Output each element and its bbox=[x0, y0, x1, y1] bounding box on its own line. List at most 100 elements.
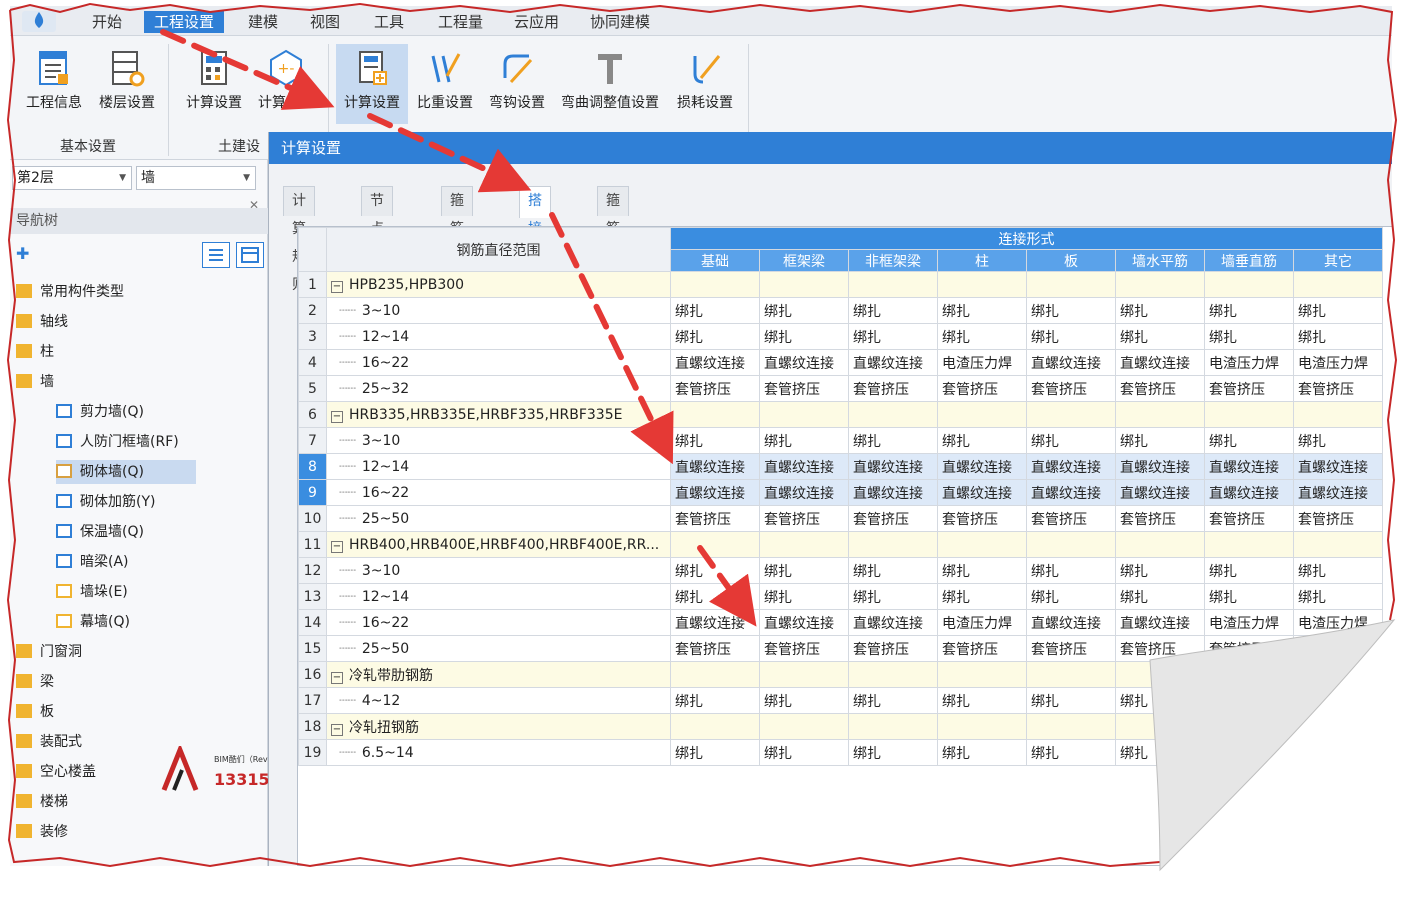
row-number[interactable]: 5 bbox=[298, 375, 327, 402]
connection-cell[interactable] bbox=[1204, 531, 1294, 558]
connection-cell[interactable]: 绑扎 bbox=[759, 297, 849, 324]
connection-cell[interactable] bbox=[1026, 531, 1116, 558]
menu-item[interactable]: 云应用 bbox=[504, 11, 569, 33]
floor-settings-button[interactable]: 楼层设置 bbox=[90, 44, 164, 124]
connection-cell[interactable] bbox=[1293, 661, 1383, 688]
connection-cell[interactable]: 绑扎 bbox=[848, 583, 938, 610]
connection-cell[interactable]: 绑扎 bbox=[1204, 583, 1294, 610]
connection-cell[interactable] bbox=[848, 661, 938, 688]
tree-item[interactable]: 保温墙(Q) bbox=[56, 520, 196, 544]
column-header[interactable]: 非框架梁 bbox=[848, 249, 938, 272]
row-number[interactable]: 9 bbox=[298, 479, 327, 506]
row-number[interactable]: 7 bbox=[298, 427, 327, 454]
connection-cell[interactable]: 套管挤压 bbox=[759, 375, 849, 402]
connection-cell[interactable]: 绑扎 bbox=[670, 687, 760, 714]
connection-cell[interactable]: 直螺纹连接 bbox=[1026, 349, 1116, 376]
connection-cell[interactable]: 直螺纹连接 bbox=[759, 609, 849, 636]
connection-cell[interactable]: 绑扎 bbox=[759, 583, 849, 610]
collapse-icon[interactable]: − bbox=[331, 540, 343, 553]
connection-cell[interactable] bbox=[1204, 271, 1294, 298]
tree-item[interactable]: 装修 bbox=[16, 820, 68, 844]
column-header[interactable]: 板 bbox=[1026, 249, 1116, 272]
connection-cell[interactable]: 直螺纹连接 bbox=[670, 479, 760, 506]
connection-cell[interactable] bbox=[670, 531, 760, 558]
connection-cell[interactable]: 绑扎 bbox=[1204, 427, 1294, 454]
column-header[interactable]: 其它 bbox=[1293, 249, 1383, 272]
table-row[interactable]: 14 ┄┄ 16~22 直螺纹连接 直螺纹连接 直螺纹连接 电渣压力焊 直螺纹连接 直螺纹连接电… bbox=[298, 609, 1383, 636]
table-row[interactable]: 5 ┄┄ 25~32 套管挤压 套管挤压 套管挤压 套管挤压 套管挤压 套管挤压 套管挤压 套管挤压 bbox=[298, 375, 1383, 402]
connection-cell[interactable]: 直螺纹连接 bbox=[848, 609, 938, 636]
connection-cell[interactable] bbox=[1115, 401, 1205, 428]
connection-cell[interactable]: 直螺纹连接 bbox=[848, 479, 938, 506]
tree-item[interactable]: 砌体加筋(Y) bbox=[56, 490, 196, 514]
connection-cell[interactable] bbox=[937, 531, 1027, 558]
connection-cell[interactable]: 绑扎 bbox=[670, 297, 760, 324]
connection-cell[interactable]: 直螺纹连接 bbox=[1204, 453, 1294, 480]
calc-rules-button[interactable]: +- 计算规则 bbox=[250, 44, 322, 124]
tab[interactable]: 箍筋公式 bbox=[597, 186, 629, 293]
connection-cell[interactable]: 绑扎 bbox=[848, 323, 938, 350]
connection-cell[interactable] bbox=[1115, 531, 1205, 558]
connection-cell[interactable]: 套管挤压 bbox=[937, 505, 1027, 532]
connection-cell[interactable]: 直螺纹连接 bbox=[670, 453, 760, 480]
tree-item[interactable]: 常用构件类型 bbox=[16, 280, 124, 304]
connection-cell[interactable]: 绑扎 bbox=[937, 297, 1027, 324]
connection-cell[interactable]: 绑扎 bbox=[937, 687, 1027, 714]
connection-cell[interactable]: 绑扎 bbox=[848, 297, 938, 324]
connection-cell[interactable] bbox=[1204, 687, 1294, 714]
connection-cell[interactable]: 直螺纹连接 bbox=[759, 479, 849, 506]
connection-cell[interactable]: 电渣压力焊 bbox=[937, 609, 1027, 636]
connection-cell[interactable]: 绑扎 bbox=[670, 583, 760, 610]
list-view-icon[interactable] bbox=[202, 242, 230, 268]
connection-cell[interactable]: 绑扎 bbox=[848, 687, 938, 714]
row-number[interactable]: 14 bbox=[298, 609, 327, 636]
connection-cell[interactable]: 绑扎 bbox=[670, 323, 760, 350]
row-number[interactable]: 15 bbox=[298, 635, 327, 662]
connection-cell[interactable]: 绑扎 bbox=[1293, 583, 1383, 610]
connection-cell[interactable]: 直螺纹连接 bbox=[1293, 479, 1383, 506]
connection-cell[interactable]: 直螺纹连接 bbox=[848, 349, 938, 376]
tree-item[interactable]: 梁 bbox=[16, 670, 54, 694]
connection-cell[interactable] bbox=[848, 401, 938, 428]
table-row[interactable]: 17 ┄┄ 4~12 绑扎 绑扎 绑扎 绑扎 绑扎 绑扎 bbox=[298, 687, 1383, 714]
connection-cell[interactable]: 电渣压力焊 bbox=[1293, 609, 1383, 636]
table-row[interactable]: 1− HPB235,HPB300 bbox=[298, 271, 1383, 298]
connection-cell[interactable]: 套管挤压 bbox=[1026, 635, 1116, 662]
tab[interactable]: 搭接设置 bbox=[519, 186, 551, 293]
table-row[interactable]: 19 ┄┄ 6.5~14 绑扎 绑扎 绑扎 绑扎 绑扎 绑扎 bbox=[298, 739, 1383, 766]
collapse-icon[interactable]: − bbox=[331, 410, 343, 423]
column-header[interactable]: 柱 bbox=[937, 249, 1027, 272]
connection-cell[interactable]: 套管挤压 bbox=[1026, 375, 1116, 402]
connection-cell[interactable] bbox=[848, 531, 938, 558]
connection-cell[interactable] bbox=[937, 661, 1027, 688]
connection-cell[interactable]: 套管挤压 bbox=[848, 635, 938, 662]
connection-cell[interactable]: 套管挤压 bbox=[1026, 505, 1116, 532]
connection-cell[interactable] bbox=[1293, 271, 1383, 298]
table-row[interactable]: 6− HRB335,HRB335E,HRBF335,HRBF335E bbox=[298, 401, 1383, 428]
table-row[interactable]: 13 ┄┄ 12~14 绑扎 绑扎 绑扎 绑扎 绑扎 绑扎 绑扎 绑扎 bbox=[298, 583, 1383, 610]
connection-cell[interactable]: 绑扎 bbox=[1115, 427, 1205, 454]
connection-cell[interactable] bbox=[1204, 713, 1294, 740]
connection-cell[interactable] bbox=[1293, 739, 1383, 766]
connection-cell[interactable]: 直螺纹连接 bbox=[670, 609, 760, 636]
table-row[interactable]: 18− 冷轧扭钢筋 bbox=[298, 713, 1383, 740]
tab[interactable]: 节点设置 bbox=[361, 186, 393, 293]
connection-cell[interactable]: 绑扎 bbox=[759, 739, 849, 766]
connection-cell[interactable] bbox=[670, 713, 760, 740]
table-row[interactable]: 11− HRB400,HRB400E,HRBF400,HRBF400E,RR... bbox=[298, 531, 1383, 558]
tree-item[interactable]: 门窗洞 bbox=[16, 640, 82, 664]
tree-item[interactable]: 轴线 bbox=[16, 310, 68, 334]
connection-cell[interactable]: 绑扎 bbox=[1026, 557, 1116, 584]
connection-cell[interactable]: 套管挤压 bbox=[937, 635, 1027, 662]
connection-cell[interactable] bbox=[1293, 713, 1383, 740]
connection-cell[interactable]: 绑扎 bbox=[848, 739, 938, 766]
connection-cell[interactable]: 直螺纹连接 bbox=[1026, 609, 1116, 636]
tab[interactable]: 计算规则 bbox=[283, 186, 315, 293]
table-row[interactable]: 16− 冷轧带肋钢筋 bbox=[298, 661, 1383, 688]
connection-cell[interactable]: 套管挤压 bbox=[1115, 635, 1205, 662]
connection-cell[interactable] bbox=[670, 401, 760, 428]
tree-item[interactable]: 暗梁(A) bbox=[56, 550, 196, 574]
connection-cell[interactable]: 套管挤压 bbox=[1204, 635, 1294, 662]
row-number[interactable]: 17 bbox=[298, 687, 327, 714]
connection-cell[interactable]: 绑扎 bbox=[1026, 739, 1116, 766]
